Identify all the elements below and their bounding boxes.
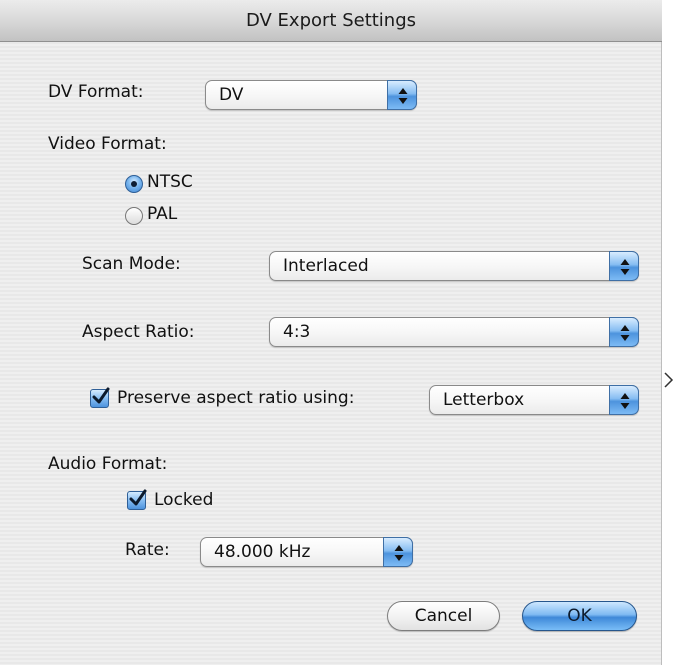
preserve-method-value: Letterbox — [443, 390, 525, 410]
scan-mode-popup[interactable]: Interlaced — [269, 251, 639, 281]
preserve-method-popup[interactable]: Letterbox — [429, 385, 639, 415]
preserve-aspect-checkbox[interactable] — [90, 387, 110, 408]
radio-dot-icon — [131, 181, 137, 187]
cancel-button[interactable]: Cancel — [387, 601, 500, 631]
ntsc-label: NTSC — [147, 172, 193, 192]
up-down-arrows-icon — [609, 251, 639, 281]
up-down-arrows-icon — [609, 385, 639, 415]
scan-mode-value: Interlaced — [283, 256, 369, 276]
aspect-ratio-value: 4:3 — [283, 322, 311, 342]
scan-mode-label: Scan Mode: — [82, 254, 181, 274]
window-title: DV Export Settings — [0, 0, 662, 42]
up-down-arrows-icon — [609, 317, 639, 347]
rate-popup[interactable]: 48.000 kHz — [200, 537, 413, 567]
video-format-label: Video Format: — [48, 134, 167, 154]
dv-format-label: DV Format: — [48, 82, 144, 102]
ok-button[interactable]: OK — [522, 601, 637, 631]
checkmark-icon — [92, 387, 110, 404]
edge-fragment-icon — [664, 372, 674, 388]
radio-ntsc[interactable] — [125, 175, 143, 193]
aspect-ratio-label: Aspect Ratio: — [82, 322, 195, 342]
pal-label: PAL — [147, 204, 178, 224]
preserve-aspect-label: Preserve aspect ratio using: — [117, 388, 355, 408]
up-down-arrows-icon — [383, 537, 413, 567]
dv-format-value: DV — [219, 85, 244, 105]
locked-label: Locked — [154, 490, 214, 510]
rate-label: Rate: — [125, 540, 170, 560]
rate-value: 48.000 kHz — [214, 542, 311, 562]
locked-checkbox[interactable] — [127, 489, 147, 510]
up-down-arrows-icon — [387, 80, 417, 110]
audio-format-label: Audio Format: — [48, 454, 168, 474]
dv-format-popup[interactable]: DV — [205, 80, 417, 110]
aspect-ratio-popup[interactable]: 4:3 — [269, 317, 639, 347]
checkmark-icon — [129, 489, 147, 506]
radio-pal[interactable] — [125, 207, 143, 225]
dv-export-settings-dialog: DV Export Settings DV Format: DV Video F… — [0, 0, 662, 665]
